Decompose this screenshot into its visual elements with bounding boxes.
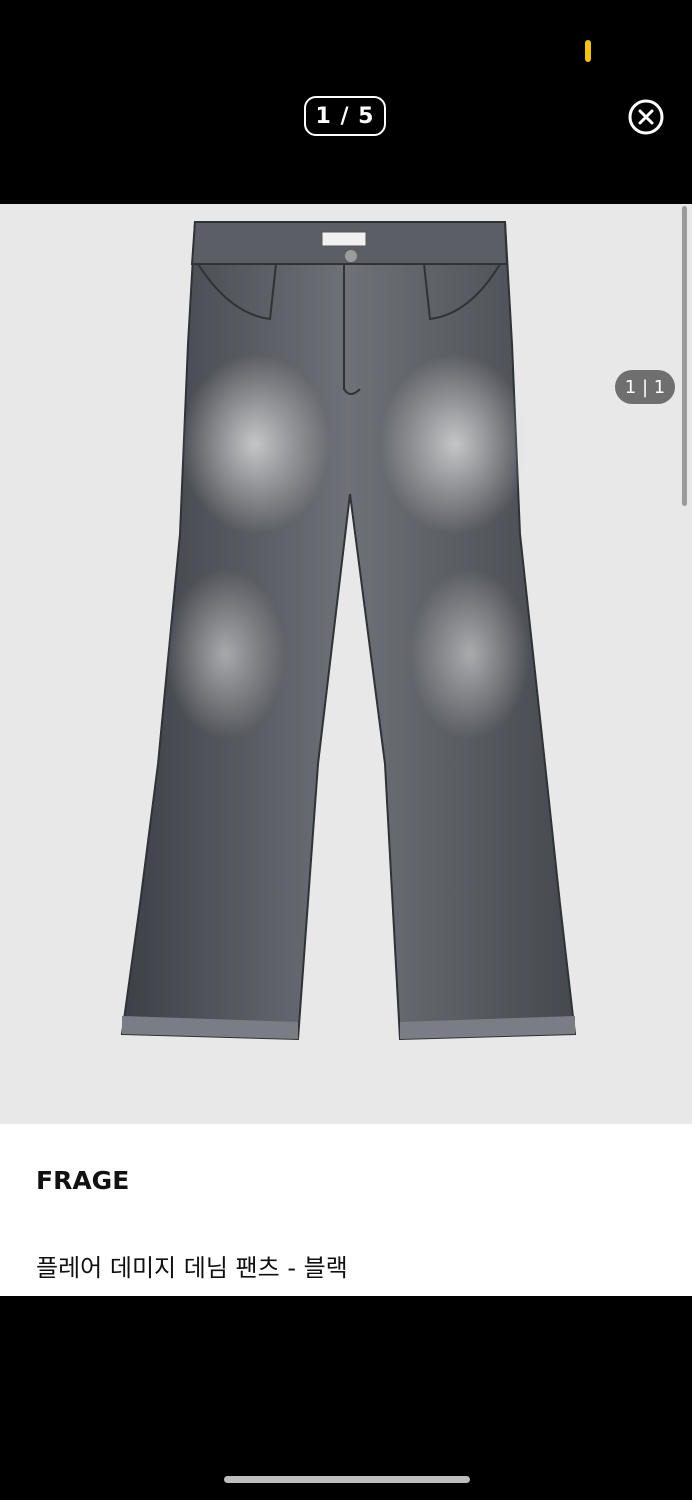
close-circle-icon: [628, 99, 664, 135]
close-button[interactable]: [626, 97, 666, 137]
home-indicator[interactable]: [224, 1476, 470, 1483]
viewer-header: 1 / 5: [0, 0, 692, 204]
brand-name[interactable]: FRAGE: [36, 1166, 129, 1195]
image-counter-badge: 1 | 1: [615, 370, 675, 404]
product-name: 플레어 데미지 데님 팬츠 - 블랙: [36, 1254, 348, 1282]
image-viewer[interactable]: 1 | 1: [0, 204, 692, 1124]
scrollbar[interactable]: [682, 206, 687, 506]
product-image: [120, 221, 577, 1041]
product-info: FRAGE 플레어 데미지 데님 팬츠 - 블랙: [0, 1124, 692, 1296]
status-indicator-icon: [585, 40, 591, 62]
page-counter: 1 / 5: [304, 96, 386, 136]
bottom-area: [0, 1296, 692, 1500]
